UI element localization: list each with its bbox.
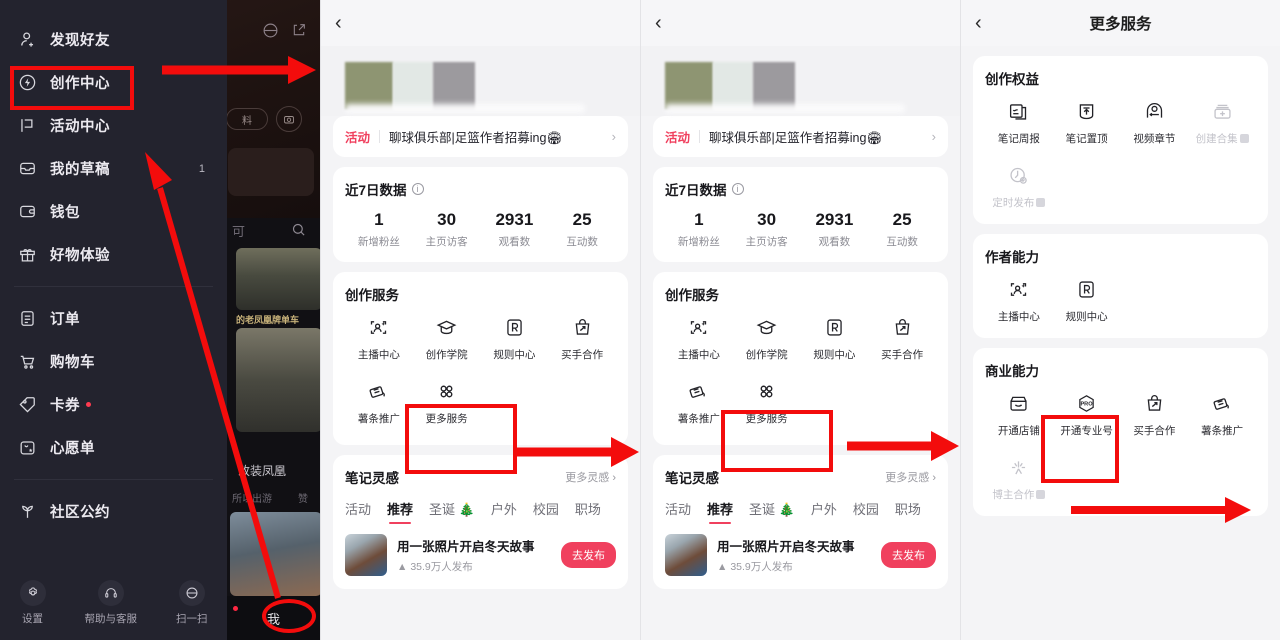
screenshot-root: 料 可 的老凤凰牌单车 改装凤凰 所以出游 赞 我 <box>0 0 1280 640</box>
panel-creation-center-duplicate: ‹ 活动 聊球俱乐部|足篮作者招募ing🏟 › 近7日数据 i 1 新增粉丝 3… <box>640 0 960 640</box>
arrow-me-to-drawer <box>145 152 281 599</box>
arrow-to-next-panel-p2 <box>517 437 639 467</box>
panel-more-services: ‹ 更多服务 创作权益 笔记周报 笔记置顶 视频章节 创建合集 定时发布 作者能… <box>960 0 1280 640</box>
panel-creation-center: ‹ 活动 聊球俱乐部|足篮作者招募ing🏟 › 近7日数据 i 1 新增粉丝 3… <box>320 0 640 640</box>
panel-profile-drawer: 料 可 的老凤凰牌单车 改装凤凰 所以出游 赞 我 <box>0 0 320 640</box>
arrow-final <box>1071 497 1251 523</box>
arrow-to-next-panel-p3 <box>847 431 959 461</box>
